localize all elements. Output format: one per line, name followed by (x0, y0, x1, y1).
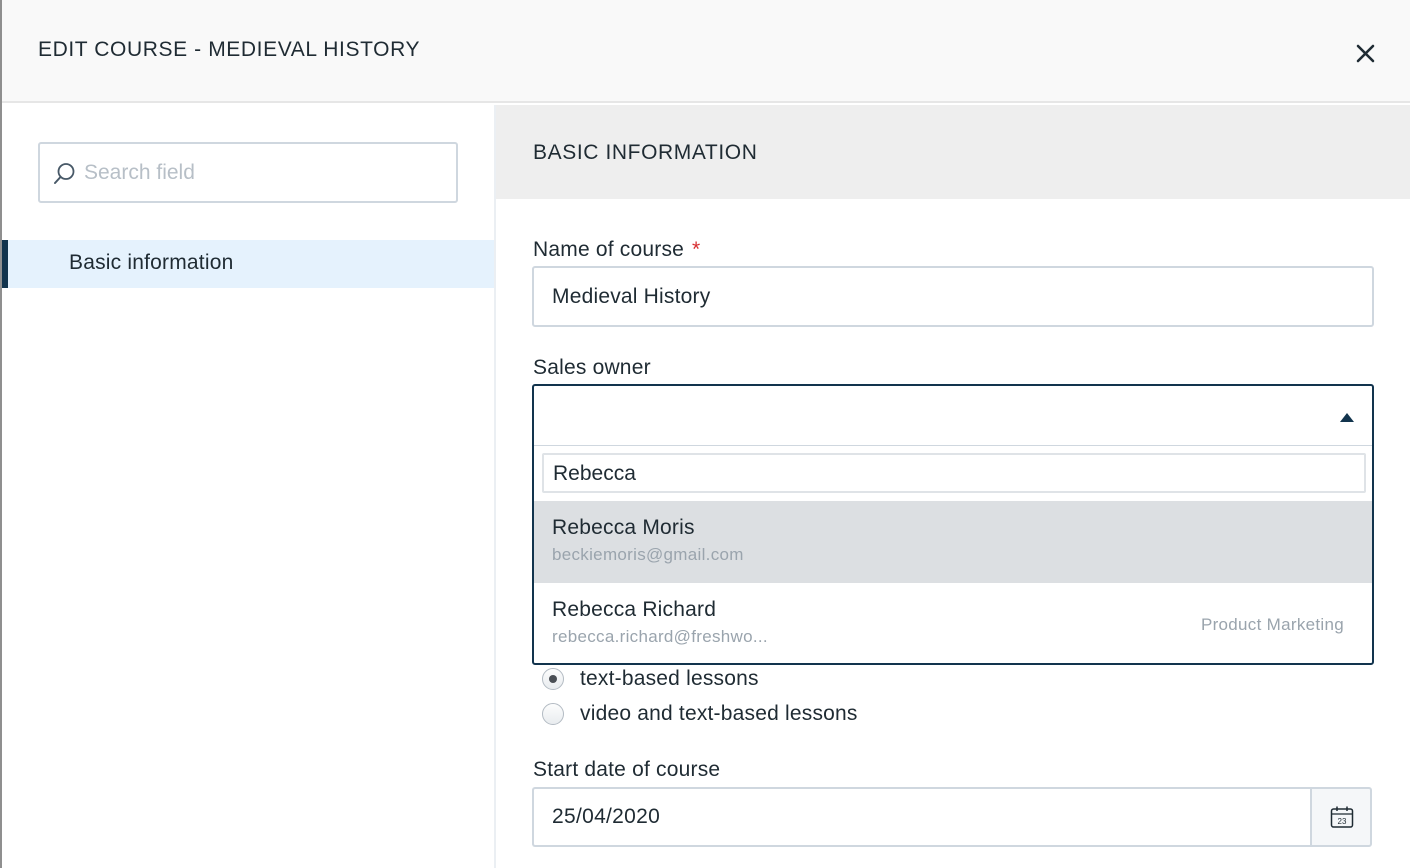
calendar-button[interactable]: 23 (1310, 787, 1372, 847)
close-button[interactable] (1348, 36, 1382, 70)
modal-title: EDIT COURSE - MEDIEVAL HISTORY (38, 38, 421, 61)
calendar-icon: 23 (1330, 806, 1354, 828)
option-email: beckiemoris@gmail.com (552, 545, 744, 564)
svg-text:23: 23 (1338, 817, 1347, 826)
required-mark: * (692, 238, 701, 261)
close-icon (1356, 44, 1375, 63)
option-name: Rebecca Moris (552, 516, 695, 539)
dropdown-option[interactable]: Rebecca Richard rebecca.richard@freshwo.… (534, 583, 1372, 665)
caret-up-icon[interactable] (1340, 413, 1354, 422)
section-header: BASIC INFORMATION (496, 105, 1410, 199)
radio-label: video and text-based lessons (580, 702, 858, 725)
dropdown-search-value: Rebecca (553, 462, 636, 485)
radio-unchecked[interactable] (542, 703, 564, 725)
panel-divider (494, 105, 496, 868)
section-title: BASIC INFORMATION (533, 141, 758, 164)
field-sidebar: Basic information (2, 105, 494, 868)
course-name-value: Medieval History (552, 285, 711, 308)
course-name-label-text: Name of course (533, 238, 685, 261)
sidebar-item-label: Basic information (69, 251, 234, 274)
start-date-field[interactable]: 25/04/2020 (532, 787, 1312, 847)
option-team: Product Marketing (1200, 615, 1344, 634)
sales-owner-dropdown[interactable]: Rebecca Rebecca Moris beckiemoris@gmail.… (532, 384, 1374, 665)
field-search-input[interactable] (84, 152, 444, 194)
start-date-label: Start date of course (533, 758, 721, 781)
radio-label: text-based lessons (580, 667, 759, 690)
dropdown-option[interactable]: Rebecca Moris beckiemoris@gmail.com (534, 501, 1372, 583)
course-name-field[interactable]: Medieval History (532, 266, 1374, 327)
modal-header: EDIT COURSE - MEDIEVAL HISTORY (2, 0, 1410, 103)
course-name-label: Name of course * (533, 238, 700, 262)
start-date-value: 25/04/2020 (552, 805, 661, 828)
sidebar-item-basic-information[interactable]: Basic information (2, 240, 494, 288)
lesson-type-option-video-text[interactable]: video and text-based lessons (542, 700, 902, 728)
sales-owner-label: Sales owner (533, 356, 651, 379)
lesson-type-option-text[interactable]: text-based lessons (542, 665, 802, 693)
field-search-box[interactable] (38, 142, 458, 203)
search-icon (54, 163, 75, 184)
dropdown-search-input[interactable]: Rebecca (542, 453, 1366, 493)
radio-checked[interactable] (542, 668, 564, 690)
option-email: rebecca.richard@freshwo... (552, 627, 768, 646)
sales-owner-select[interactable] (534, 386, 1372, 446)
option-name: Rebecca Richard (552, 598, 717, 621)
